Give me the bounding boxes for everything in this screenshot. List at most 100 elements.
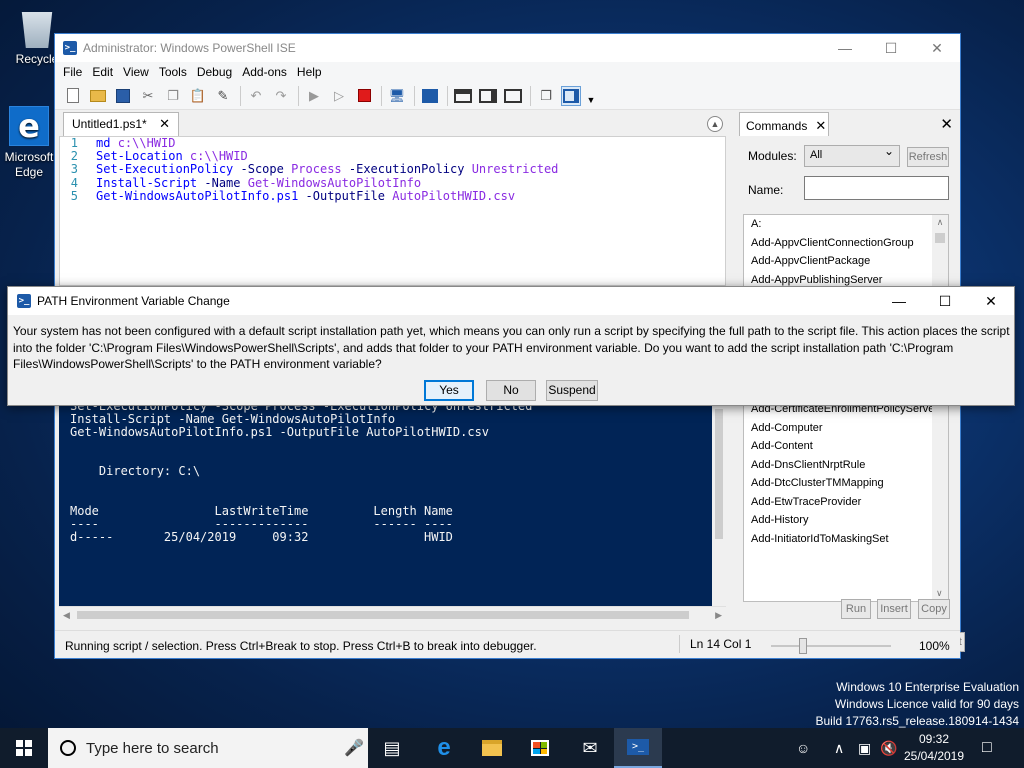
watermark-licence: Windows Licence valid for 90 days	[834, 697, 1019, 711]
run-button-2[interactable]: Run	[841, 599, 871, 619]
powershell-taskbar-icon[interactable]: >_	[614, 728, 662, 768]
console-line: Mode LastWriteTime Length Name	[70, 503, 453, 518]
command-list-item[interactable]: A:	[744, 215, 948, 234]
insert-button-2[interactable]: Insert	[877, 599, 911, 619]
toolbar-overflow-icon[interactable]: ▼	[586, 90, 596, 110]
collapse-script-pane-icon[interactable]: ▲	[707, 116, 723, 132]
suspend-button[interactable]: Suspend	[546, 380, 598, 401]
script-editor[interactable]: 1 md c:\\HWID 2 Set-Location c:\\HWID 3 Set-E…	[59, 136, 726, 286]
no-button[interactable]: No	[486, 380, 536, 401]
menu-help[interactable]: Help	[295, 65, 328, 79]
tray-expand-icon[interactable]: ∧	[834, 728, 844, 768]
menu-view[interactable]: View	[121, 65, 155, 79]
command-list[interactable]: A: Add-AppvClientConnectionGroup Add-AppvC…	[743, 214, 949, 602]
maximize-button[interactable]: ☐	[868, 34, 914, 62]
command-name-input[interactable]	[804, 176, 949, 200]
path-change-dialog: >_ PATH Environment Variable Change — ☐ …	[7, 286, 1015, 406]
layout-right-icon[interactable]	[478, 86, 498, 106]
menu-tools[interactable]: Tools	[157, 65, 193, 79]
script-token: -OutputFile	[305, 188, 393, 203]
edge-taskbar-icon[interactable]: e	[420, 728, 468, 768]
minimize-button[interactable]: —	[822, 34, 868, 62]
taskbar-clock[interactable]: 09:32 25/04/2019	[896, 731, 972, 765]
remote-powershell-icon[interactable]: 🖥	[387, 86, 407, 106]
command-list-item[interactable]: Add-AppvClientConnectionGroup	[744, 234, 948, 253]
edge-desktop-icon[interactable]: e Microsoft Edge	[2, 106, 56, 180]
script-line: 5 Get-WindowsAutoPilotInfo.ps1 -OutputFil…	[60, 188, 725, 203]
close-tab-icon[interactable]: ✕	[159, 116, 170, 132]
start-powershell-icon[interactable]	[420, 86, 440, 106]
show-command-addon-icon[interactable]	[561, 85, 581, 106]
stop-icon[interactable]	[354, 86, 374, 106]
redo-icon[interactable]: ↷	[271, 86, 291, 106]
zoom-slider-knob[interactable]	[799, 638, 807, 654]
tab-untitled1[interactable]: Untitled1.ps1* ✕	[63, 112, 179, 136]
command-list-item[interactable]: Add-InitiatorIdToMaskingSet	[744, 530, 948, 549]
save-icon[interactable]	[113, 86, 133, 106]
dialog-maximize-button[interactable]: ☐	[922, 287, 968, 315]
task-view-icon[interactable]: ▤	[368, 728, 416, 768]
cortana-icon	[60, 740, 76, 756]
cut-icon[interactable]: ✂	[138, 86, 158, 106]
file-explorer-icon[interactable]	[468, 728, 516, 768]
microphone-icon[interactable]: 🎤	[344, 738, 368, 758]
dialog-minimize-button[interactable]: —	[876, 287, 922, 315]
network-icon[interactable]: ▣	[858, 728, 871, 768]
command-list-item[interactable]: Add-DtcClusterTMMapping	[744, 474, 948, 493]
layout-top-icon[interactable]	[453, 86, 473, 106]
paste-icon[interactable]: 📋	[188, 86, 208, 106]
script-token: -Scope	[240, 162, 292, 177]
refresh-button[interactable]: Refresh	[907, 147, 949, 167]
undo-icon[interactable]: ↶	[246, 86, 266, 106]
command-list-item[interactable]: Add-AppvClientPackage	[744, 252, 948, 271]
console-line: Directory: C:\	[70, 464, 201, 479]
commands-tab-close-icon[interactable]: ✕	[815, 118, 826, 133]
command-list-item[interactable]: Add-Content	[744, 437, 948, 456]
run-script-icon[interactable]: ▶	[304, 86, 324, 106]
command-list-item[interactable]: Add-EtwTraceProvider	[744, 493, 948, 512]
show-command-window-icon[interactable]: ❐	[536, 86, 556, 106]
zoom-slider[interactable]	[771, 638, 891, 654]
dialog-close-button[interactable]: ✕	[968, 287, 1014, 315]
menu-debug[interactable]: Debug	[195, 65, 238, 79]
mail-icon[interactable]: ✉	[566, 728, 614, 768]
open-folder-icon[interactable]	[88, 86, 108, 106]
menu-addons[interactable]: Add-ons	[240, 65, 293, 79]
search-placeholder: Type here to search	[86, 739, 219, 757]
menu-edit[interactable]: Edit	[90, 65, 119, 79]
commands-tab[interactable]: Commands ✕	[739, 112, 829, 136]
modules-label: Modules:	[748, 149, 797, 163]
modules-select[interactable]: All	[804, 144, 900, 167]
volume-muted-icon[interactable]: 🔇	[880, 728, 897, 768]
copy-icon[interactable]: ❐	[163, 86, 183, 106]
close-button[interactable]: ✕	[914, 34, 960, 62]
line-number: 3	[70, 162, 78, 177]
command-list-item[interactable]: Add-Computer	[744, 419, 948, 438]
menu-file[interactable]: File	[61, 65, 88, 79]
command-list-item[interactable]: Add-DnsClientNrptRule	[744, 456, 948, 475]
dialog-message: Your system has not been configured with…	[13, 324, 1010, 371]
start-button[interactable]	[0, 728, 48, 768]
command-list-item[interactable]: Add-History	[744, 511, 948, 530]
script-line: 3 Set-ExecutionPolicy -Scope Process -Exe…	[60, 163, 725, 176]
command-list-scrollbar[interactable]: ∧ ∨	[932, 215, 948, 601]
line-number: 2	[70, 149, 78, 164]
action-center-icon[interactable]: □	[982, 728, 992, 768]
powershell-icon: >_	[63, 41, 77, 55]
taskbar-search-box[interactable]: Type here to search 🎤	[48, 728, 368, 768]
store-icon[interactable]	[516, 728, 564, 768]
yes-button[interactable]: Yes	[424, 380, 474, 401]
clear-console-icon[interactable]: ✎	[213, 86, 233, 106]
people-icon[interactable]: ☺	[796, 728, 810, 768]
layout-maximized-icon[interactable]	[503, 86, 523, 106]
console-horizontal-scrollbar[interactable]: ◀ ▶	[59, 606, 726, 622]
console-pane[interactable]: Set-ExecutionPolicy -Scope Process -Exec…	[59, 400, 712, 606]
watermark-edition: Windows 10 Enterprise Evaluation	[836, 680, 1019, 694]
copy-button[interactable]: Copy	[918, 599, 950, 619]
console-vertical-scrollbar[interactable]	[712, 379, 726, 606]
script-token: Get-WindowsAutoPilotInfo.ps1	[96, 188, 306, 203]
new-file-icon[interactable]	[63, 86, 83, 106]
run-selection-icon[interactable]: ▷	[329, 86, 349, 106]
commands-pane-close-icon[interactable]: ✕	[940, 115, 953, 133]
